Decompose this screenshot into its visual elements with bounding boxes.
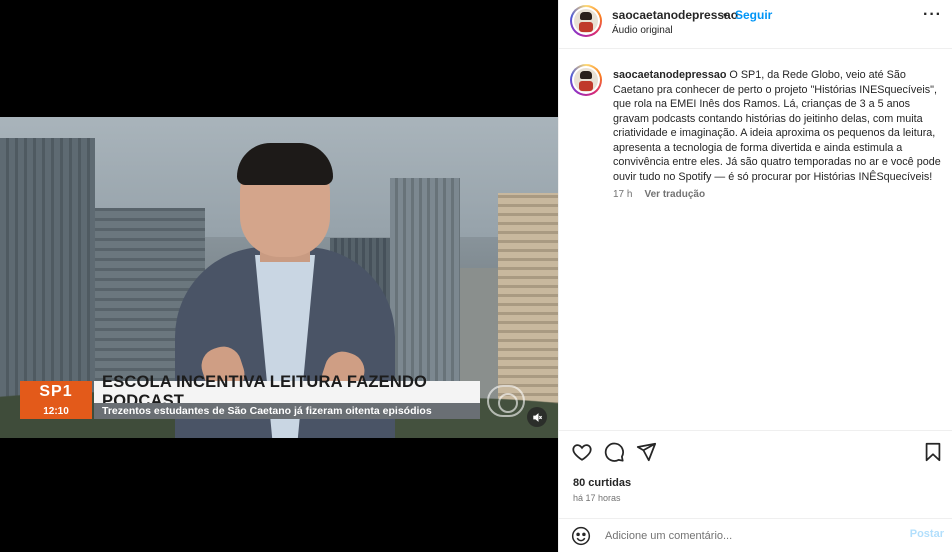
avatar-image — [574, 68, 598, 92]
caption-age[interactable]: 17 h — [613, 189, 632, 200]
emoji-icon — [571, 526, 591, 546]
sp1-logo-time: 12:10 — [20, 403, 92, 419]
media-pane: SP1 12:10 ESCOLA INCENTIVA LEITURA FAZEN… — [0, 0, 558, 552]
add-comment-bar: Postar — [559, 518, 952, 552]
post-side-panel: saocaetanodepressao • Seguir Áudio origi… — [558, 0, 952, 552]
post-stats: 80 curtidas há 17 horas — [559, 474, 952, 518]
share-icon — [636, 442, 657, 462]
mute-button[interactable] — [527, 407, 547, 427]
news-subline: Trezentos estudantes de São Caetano já f… — [94, 403, 480, 419]
heart-icon — [572, 444, 592, 461]
instagram-post-modal: SP1 12:10 ESCOLA INCENTIVA LEITURA FAZEN… — [0, 0, 952, 552]
bookmark-icon — [925, 442, 941, 462]
audio-link[interactable]: Áudio original — [612, 25, 673, 36]
comment-icon — [604, 442, 624, 462]
comment-input[interactable] — [605, 527, 905, 545]
caption-avatar[interactable] — [570, 64, 602, 96]
username-link[interactable]: saocaetanodepressao — [612, 8, 738, 22]
caption-text: O SP1, da Rede Globo, veio até São Caeta… — [613, 69, 941, 183]
video-player[interactable]: SP1 12:10 ESCOLA INCENTIVA LEITURA FAZEN… — [0, 117, 558, 438]
avatar-image — [574, 9, 598, 33]
action-bar — [559, 430, 952, 474]
post-header: saocaetanodepressao • Seguir Áudio origi… — [559, 0, 952, 49]
like-button[interactable] — [571, 441, 593, 463]
post-timestamp[interactable]: há 17 horas — [573, 493, 621, 503]
share-button[interactable] — [635, 441, 657, 463]
post-comment-button[interactable]: Postar — [910, 528, 944, 540]
anchor-hair — [237, 143, 333, 185]
separator-dot: • — [723, 8, 728, 22]
globo-watermark-icon — [487, 385, 525, 417]
post-caption: saocaetanodepressao O SP1, da Rede Globo… — [613, 68, 949, 184]
speaker-muted-icon — [532, 412, 542, 422]
sp1-logo-label: SP1 — [20, 381, 92, 403]
likes-count[interactable]: 80 curtidas — [573, 477, 631, 489]
news-lower-third: SP1 12:10 ESCOLA INCENTIVA LEITURA FAZEN… — [20, 373, 480, 419]
see-translation-link[interactable]: Ver tradução — [644, 189, 705, 200]
comments-section: saocaetanodepressao O SP1, da Rede Globo… — [559, 49, 952, 430]
caption-username[interactable]: saocaetanodepressao — [613, 69, 726, 81]
more-options-icon[interactable]: ··· — [923, 6, 942, 24]
caption-meta: 17 h Ver tradução — [613, 189, 705, 200]
follow-button[interactable]: Seguir — [735, 8, 772, 22]
save-button[interactable] — [922, 441, 944, 463]
emoji-button[interactable] — [571, 526, 591, 546]
comment-button[interactable] — [603, 441, 625, 463]
avatar[interactable] — [570, 5, 602, 37]
news-headline: ESCOLA INCENTIVA LEITURA FAZENDO PODCAST — [94, 373, 480, 410]
sp1-logo: SP1 12:10 — [20, 381, 92, 419]
